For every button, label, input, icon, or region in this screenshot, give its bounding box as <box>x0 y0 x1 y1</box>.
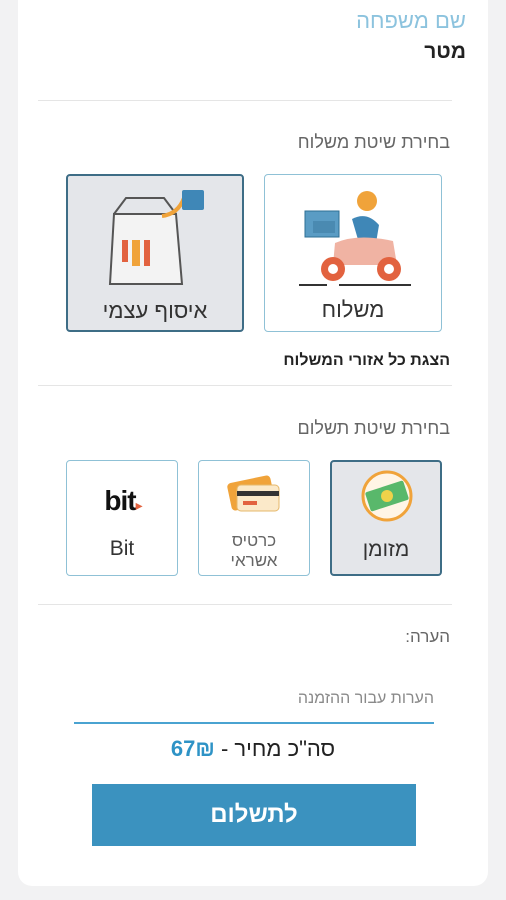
delivery-option-courier[interactable]: משלוח <box>264 174 442 332</box>
payment-method-title: בחירת שיטת תשלום <box>297 418 450 438</box>
order-note-input[interactable] <box>74 666 434 724</box>
order-note-label: הערה: <box>405 627 450 646</box>
payment-option-cash-label: מזומן <box>362 538 410 561</box>
scooter-courier-icon <box>297 181 413 291</box>
payment-option-credit-card[interactable]: כרטיס אשראי <box>198 460 310 576</box>
payment-option-credit-card-label: כרטיס אשראי <box>230 531 278 570</box>
last-name-label: שם משפחה <box>356 8 466 33</box>
pay-button[interactable]: לתשלום <box>92 784 416 846</box>
show-delivery-areas-link[interactable]: הצגת כל אזורי המשלוח <box>283 352 450 370</box>
last-name-value[interactable]: מטר <box>424 40 466 64</box>
order-total: סה"כ מחיר - 67₪ <box>0 736 506 762</box>
bit-logo-icon: bit▸ <box>104 485 142 516</box>
divider <box>38 100 452 101</box>
payment-option-cash[interactable]: מזומן <box>330 460 442 576</box>
payment-option-bit-label: Bit <box>109 537 135 560</box>
takeaway-bag-icon <box>104 184 210 294</box>
order-total-label: סה"כ מחיר - <box>220 736 336 761</box>
order-total-amount: 67₪ <box>170 736 215 761</box>
payment-option-bit[interactable]: bit▸ Bit <box>66 460 178 576</box>
delivery-method-title: בחירת שיטת משלוח <box>297 132 450 152</box>
cash-icon <box>358 470 416 522</box>
delivery-option-courier-label: משלוח <box>321 297 385 322</box>
credit-card-icon <box>225 471 283 517</box>
divider <box>38 385 452 386</box>
delivery-option-pickup-label: איסוף עצמי <box>102 298 208 323</box>
divider <box>38 604 452 605</box>
delivery-option-pickup[interactable]: איסוף עצמי <box>66 174 244 332</box>
